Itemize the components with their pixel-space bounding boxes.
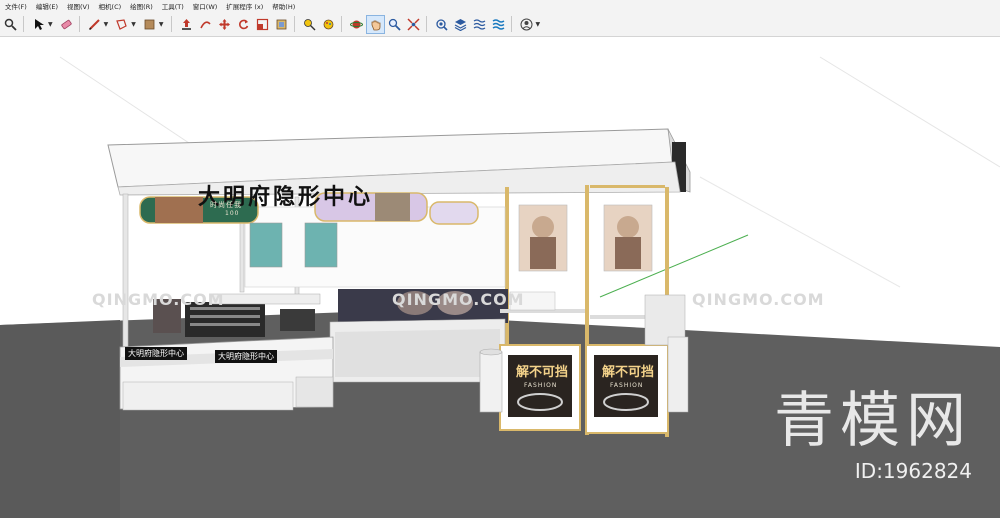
rotate-icon[interactable] (235, 16, 252, 33)
brand-watermark: 青模网 (774, 386, 972, 456)
paint-icon[interactable] (320, 16, 337, 33)
toolbar-separator (340, 16, 342, 32)
menu-edit[interactable]: 编辑(E) (36, 1, 58, 11)
search-icon[interactable] (2, 16, 19, 33)
watermark: QINGMO.COM (392, 290, 525, 309)
user-icon[interactable] (518, 16, 535, 33)
move-icon[interactable] (216, 16, 233, 33)
chevron-down-icon[interactable]: ▼ (159, 21, 164, 28)
push-pull-icon[interactable] (178, 16, 195, 33)
layers-icon[interactable] (452, 16, 469, 33)
paint-bucket-icon[interactable] (141, 16, 158, 33)
cabinet-poster-text: 解不可挡 (516, 365, 569, 380)
orbit-icon[interactable] (348, 16, 365, 33)
sections-icon[interactable] (490, 16, 507, 33)
menu-extensions[interactable]: 扩展程序 (x) (226, 1, 263, 11)
menu-draw[interactable]: 绘图(R) (130, 1, 153, 11)
follow-me-icon[interactable] (197, 16, 214, 33)
model-viewport[interactable]: QINGMO.COM QINGMO.COM QINGMO.COM 大明府隐形中心… (0, 37, 1000, 518)
toolbar: ▼ ▼ ▼ ▼ ▼ (0, 12, 1000, 37)
cabinet-poster-subtext: FASHION (610, 382, 644, 389)
eraser-icon[interactable] (58, 16, 75, 33)
zoom-extents-icon[interactable] (405, 16, 422, 33)
menu-bar: 文件(F) 编辑(E) 视图(V) 相机(C) 绘图(R) 工具(T) 窗口(W… (0, 0, 1000, 12)
zoom-icon[interactable] (386, 16, 403, 33)
chevron-down-icon[interactable]: ▼ (48, 21, 53, 28)
pencil-icon[interactable] (86, 16, 103, 33)
chevron-down-icon[interactable]: ▼ (131, 21, 136, 28)
tape-measure-icon[interactable] (301, 16, 318, 33)
scale-icon[interactable] (254, 16, 271, 33)
menu-camera[interactable]: 相机(C) (99, 1, 122, 11)
toolbar-separator (510, 16, 512, 32)
toolbar-separator (23, 16, 24, 32)
shape-icon[interactable] (113, 16, 130, 33)
toolbar-separator (78, 16, 80, 32)
toolbar-separator (293, 16, 295, 32)
section-icon[interactable] (471, 16, 488, 33)
menu-view[interactable]: 视图(V) (67, 1, 90, 11)
counter-label: 大明府隐形中心 (215, 350, 277, 363)
select-arrow-icon[interactable] (30, 16, 47, 33)
chevron-down-icon[interactable]: ▼ (536, 21, 541, 28)
watermark: QINGMO.COM (92, 290, 225, 309)
model-id-label: ID:1962824 (854, 459, 972, 483)
toolbar-separator (425, 16, 427, 32)
menu-file[interactable]: 文件(F) (5, 1, 27, 11)
toolbar-separator (170, 16, 172, 32)
offset-icon[interactable] (273, 16, 290, 33)
banner-subtext: 100 (225, 210, 240, 217)
banner-text: 时尚任我 (210, 201, 242, 209)
menu-tools[interactable]: 工具(T) (162, 1, 184, 11)
menu-window[interactable]: 窗口(W) (193, 1, 218, 11)
cabinet-poster-text: 解不可挡 (602, 365, 655, 380)
cabinet-poster-subtext: FASHION (524, 382, 558, 389)
chevron-down-icon[interactable]: ▼ (104, 21, 109, 28)
sandbox-icon[interactable] (433, 16, 450, 33)
counter-label: 大明府隐形中心 (125, 347, 187, 360)
menu-help[interactable]: 帮助(H) (272, 1, 295, 11)
watermark: QINGMO.COM (692, 290, 825, 309)
pan-icon[interactable] (365, 14, 385, 34)
